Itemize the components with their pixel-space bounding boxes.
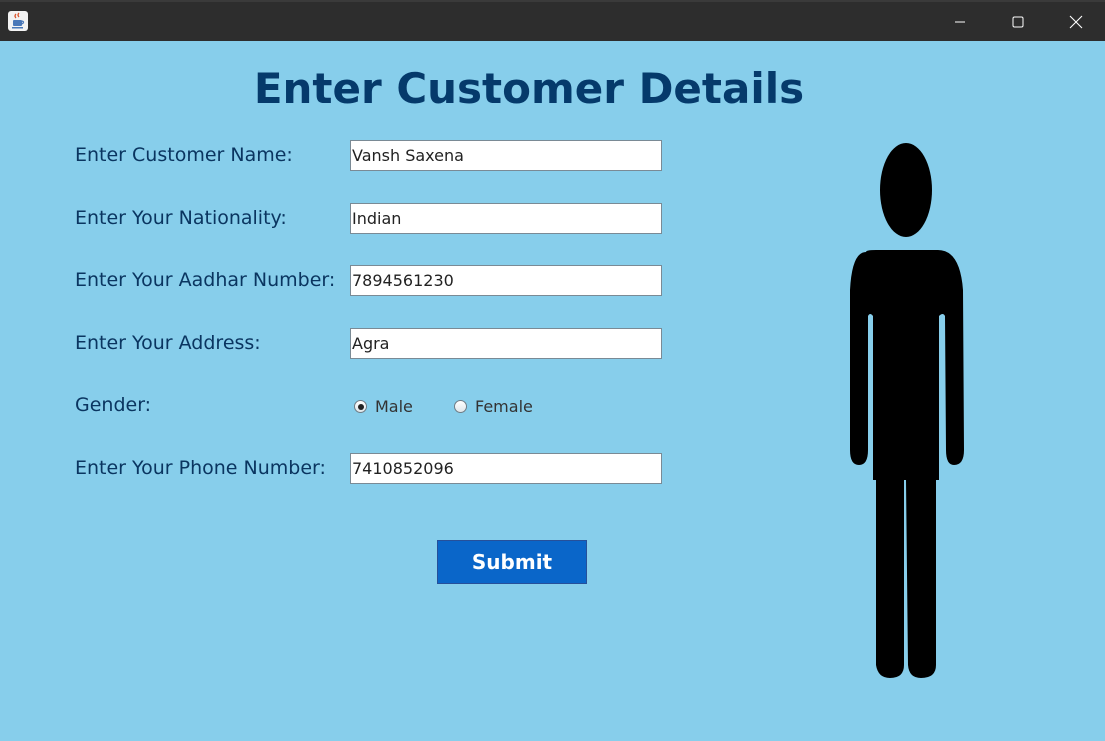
address-field[interactable]: Agra — [350, 328, 662, 359]
title-bar[interactable] — [0, 0, 1105, 41]
maximize-icon — [1012, 16, 1024, 27]
java-cup-icon — [8, 11, 28, 31]
customer-name-label: Enter Customer Name: — [75, 144, 293, 166]
phone-number-field[interactable]: 7410852096 — [350, 453, 662, 484]
address-label: Enter Your Address: — [75, 332, 261, 354]
customer-name-field[interactable]: Vansh Saxena — [350, 140, 662, 171]
gender-female-label: Female — [475, 397, 533, 416]
minimize-button[interactable] — [931, 2, 989, 41]
minimize-icon — [955, 21, 965, 22]
submit-button[interactable]: Submit — [437, 540, 587, 584]
person-silhouette-icon — [850, 143, 964, 678]
page-title: Enter Customer Details — [253, 64, 805, 113]
radio-unselected-icon — [454, 400, 467, 413]
gender-label: Gender: — [75, 394, 152, 416]
aadhar-number-label: Enter Your Aadhar Number: — [75, 269, 336, 291]
phone-number-label: Enter Your Phone Number: — [75, 457, 326, 479]
radio-selected-icon — [354, 400, 367, 413]
nationality-field[interactable]: Indian — [350, 203, 662, 234]
close-icon — [1069, 15, 1083, 28]
maximize-button[interactable] — [989, 2, 1047, 41]
customer-details-window: Enter Customer Details Enter Customer Na… — [0, 0, 1105, 741]
gender-male-radio[interactable]: Male — [354, 397, 413, 416]
aadhar-number-field[interactable]: 7894561230 — [350, 265, 662, 296]
gender-female-radio[interactable]: Female — [454, 397, 533, 416]
nationality-label: Enter Your Nationality: — [75, 207, 287, 229]
gender-male-label: Male — [375, 397, 413, 416]
close-button[interactable] — [1047, 2, 1105, 41]
